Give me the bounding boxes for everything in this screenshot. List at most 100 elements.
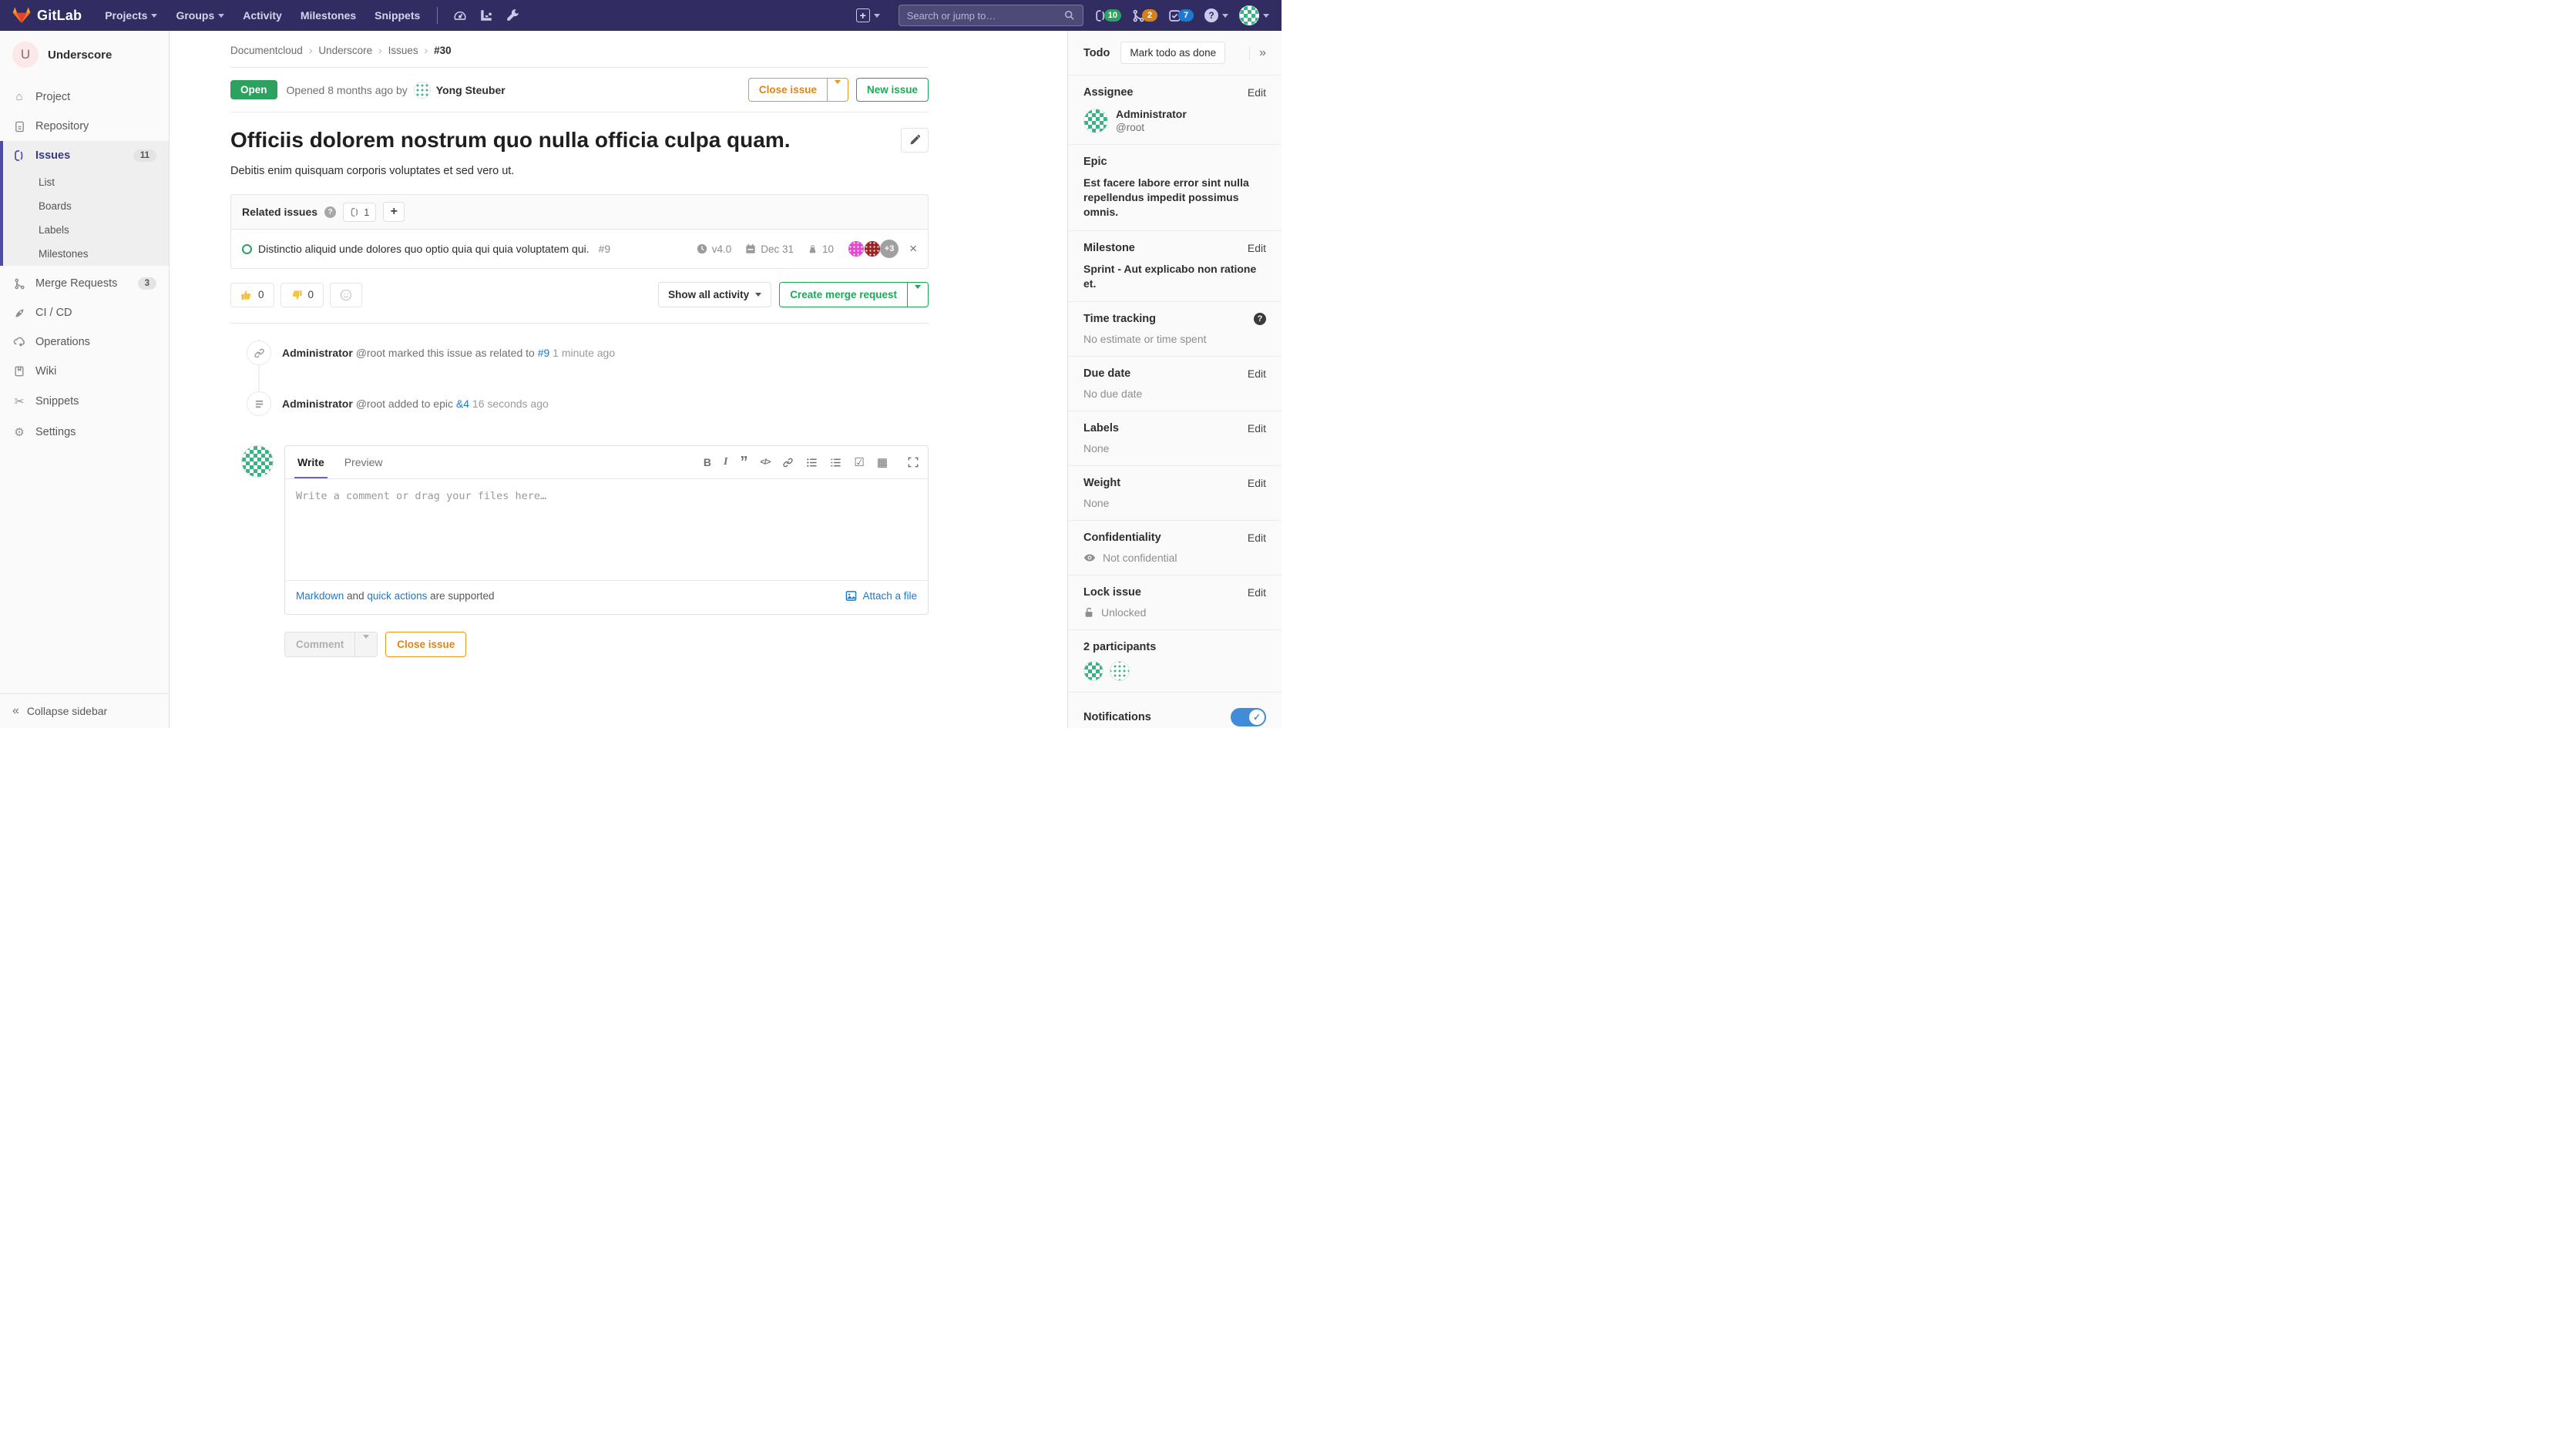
thumbs-up-button[interactable]: 0 bbox=[230, 283, 274, 307]
nav-activity[interactable]: Activity bbox=[235, 5, 290, 26]
sidebar-item-list[interactable]: List bbox=[3, 170, 169, 194]
sidebar-item-milestones[interactable]: Milestones bbox=[3, 242, 169, 266]
help-menu-button[interactable]: ? bbox=[1204, 8, 1228, 22]
comment-dropdown[interactable] bbox=[354, 632, 377, 656]
more-assignees-badge[interactable]: +3 bbox=[880, 240, 899, 258]
note-handle[interactable]: @root bbox=[356, 398, 385, 410]
gitlab-logo[interactable]: GitLab bbox=[12, 6, 82, 25]
create-mr-dropdown[interactable] bbox=[907, 283, 928, 307]
milestone-value[interactable]: Sprint - Aut explicabo non ratione et. bbox=[1083, 262, 1266, 291]
quote-icon[interactable]: ” bbox=[740, 458, 747, 466]
edit-labels-link[interactable]: Edit bbox=[1248, 422, 1266, 434]
breadcrumb-issues[interactable]: Issues bbox=[388, 45, 418, 56]
activity-filter-dropdown[interactable]: Show all activity bbox=[658, 282, 771, 307]
sidebar-item-wiki[interactable]: Wiki bbox=[0, 357, 169, 386]
quick-actions-link[interactable]: quick actions bbox=[367, 590, 427, 602]
notifications-toggle[interactable]: ✓ bbox=[1231, 708, 1266, 726]
nav-snippets[interactable]: Snippets bbox=[367, 5, 428, 26]
search-input[interactable] bbox=[907, 10, 1064, 22]
breadcrumb-project[interactable]: Underscore bbox=[318, 45, 372, 56]
sidebar-item-cicd[interactable]: CI / CD bbox=[0, 298, 169, 327]
assignee-avatar[interactable] bbox=[1083, 109, 1108, 133]
code-icon[interactable]: </> bbox=[760, 458, 770, 467]
new-issue-button[interactable]: New issue bbox=[856, 78, 929, 102]
note-timestamp[interactable]: 16 seconds ago bbox=[472, 398, 549, 410]
nav-milestones[interactable]: Milestones bbox=[293, 5, 364, 26]
author-avatar[interactable] bbox=[414, 82, 431, 99]
close-issue-button-bottom[interactable]: Close issue bbox=[385, 632, 466, 657]
system-note-related: Administrator @root marked this issue as… bbox=[230, 334, 929, 385]
edit-lock-link[interactable]: Edit bbox=[1248, 586, 1266, 599]
issues-counter-button[interactable]: 10 bbox=[1094, 9, 1121, 22]
comment-textarea[interactable] bbox=[285, 479, 928, 578]
sidebar-item-project[interactable]: ⌂ Project bbox=[0, 82, 169, 112]
tab-write[interactable]: Write bbox=[294, 446, 328, 478]
bullet-list-icon[interactable] bbox=[806, 457, 818, 468]
new-menu-button[interactable]: + bbox=[848, 4, 888, 27]
sidebar-item-snippets[interactable]: ✂ Snippets bbox=[0, 386, 169, 417]
close-issue-dropdown[interactable] bbox=[827, 79, 848, 101]
note-handle[interactable]: @root bbox=[356, 347, 385, 359]
mark-todo-done-button[interactable]: Mark todo as done bbox=[1120, 42, 1225, 64]
collapse-sidebar-button[interactable]: « Collapse sidebar bbox=[0, 693, 169, 728]
edit-assignee-link[interactable]: Edit bbox=[1248, 86, 1266, 99]
sidebar-item-settings[interactable]: ⚙ Settings bbox=[0, 417, 169, 448]
assignee-name[interactable]: Administrator bbox=[1116, 108, 1187, 120]
tab-preview[interactable]: Preview bbox=[341, 446, 386, 478]
collapse-right-sidebar-icon[interactable]: » bbox=[1249, 46, 1266, 60]
note-author[interactable]: Administrator bbox=[282, 347, 353, 359]
nav-projects[interactable]: Projects bbox=[97, 5, 165, 26]
attach-file-button[interactable]: Attach a file bbox=[845, 590, 917, 602]
sidebar-item-operations[interactable]: Operations bbox=[0, 327, 169, 357]
user-menu-button[interactable] bbox=[1239, 5, 1269, 25]
add-emoji-button[interactable] bbox=[330, 283, 362, 307]
link-icon[interactable] bbox=[782, 457, 794, 468]
fullscreen-icon[interactable] bbox=[908, 457, 919, 468]
participant-avatar[interactable] bbox=[1110, 661, 1130, 681]
help-icon[interactable]: ? bbox=[1254, 313, 1266, 325]
sidebar-item-boards[interactable]: Boards bbox=[3, 194, 169, 218]
comment-submit-button[interactable]: Comment bbox=[285, 632, 354, 656]
bold-icon[interactable]: B bbox=[704, 456, 711, 468]
numbered-list-icon[interactable] bbox=[830, 457, 841, 468]
related-issue-link[interactable]: Distinctio aliquid unde dolores quo opti… bbox=[258, 243, 590, 255]
thumbs-down-button[interactable]: 0 bbox=[280, 283, 324, 307]
edit-milestone-link[interactable]: Edit bbox=[1248, 242, 1266, 254]
task-list-icon[interactable]: ☑ bbox=[854, 455, 864, 469]
remove-related-icon[interactable]: × bbox=[909, 241, 917, 257]
table-icon[interactable]: ▦ bbox=[877, 455, 888, 469]
sidebar-item-merge-requests[interactable]: Merge Requests 3 bbox=[0, 269, 169, 298]
help-icon[interactable]: ? bbox=[324, 206, 336, 218]
edit-title-button[interactable] bbox=[901, 128, 929, 153]
create-mr-button[interactable]: Create merge request bbox=[780, 283, 907, 307]
markdown-link[interactable]: Markdown bbox=[296, 590, 344, 602]
edit-confidentiality-link[interactable]: Edit bbox=[1248, 532, 1266, 544]
nav-groups[interactable]: Groups bbox=[168, 5, 232, 26]
assignee-avatar[interactable] bbox=[864, 240, 881, 257]
sidebar-item-issues[interactable]: Issues 11 bbox=[3, 141, 169, 170]
edit-due-date-link[interactable]: Edit bbox=[1248, 367, 1266, 380]
note-epic-link[interactable]: &4 bbox=[456, 398, 469, 410]
close-issue-button[interactable]: Close issue bbox=[749, 79, 827, 101]
italic-icon[interactable]: I bbox=[724, 456, 727, 468]
sidebar-item-labels[interactable]: Labels bbox=[3, 218, 169, 242]
epic-value[interactable]: Est facere labore error sint nulla repel… bbox=[1083, 176, 1266, 220]
note-author[interactable]: Administrator bbox=[282, 398, 353, 410]
breadcrumb-group[interactable]: Documentcloud bbox=[230, 45, 303, 56]
author-name[interactable]: Yong Steuber bbox=[436, 84, 506, 96]
sidebar-item-repository[interactable]: Repository bbox=[0, 112, 169, 141]
merge-requests-counter-button[interactable]: 2 bbox=[1132, 9, 1157, 22]
project-header[interactable]: U Underscore bbox=[0, 31, 169, 82]
chart-icon[interactable] bbox=[473, 5, 499, 25]
add-related-issue-button[interactable]: + bbox=[383, 202, 405, 222]
dashboard-icon[interactable] bbox=[447, 5, 473, 25]
assignee-avatar[interactable] bbox=[848, 240, 865, 257]
note-issue-link[interactable]: #9 bbox=[538, 347, 550, 359]
admin-wrench-icon[interactable] bbox=[499, 5, 526, 25]
todos-counter-button[interactable]: 7 bbox=[1168, 9, 1194, 22]
note-timestamp[interactable]: 1 minute ago bbox=[553, 347, 615, 359]
edit-weight-link[interactable]: Edit bbox=[1248, 477, 1266, 489]
participant-avatar[interactable] bbox=[1083, 661, 1103, 681]
global-search[interactable] bbox=[899, 5, 1083, 26]
pencil-icon bbox=[909, 135, 920, 146]
